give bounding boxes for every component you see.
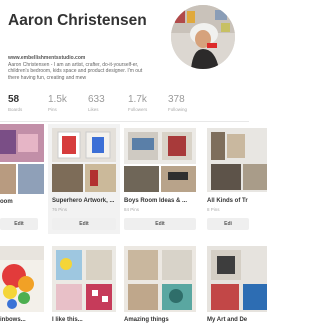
edit-board-button[interactable]: Edit xyxy=(0,218,38,230)
board-card[interactable]: My Art and De xyxy=(207,246,267,334)
board-card[interactable]: inbows... xyxy=(0,246,44,334)
board-title: oom xyxy=(0,199,13,205)
stat-followers-count: 1.7k xyxy=(128,94,147,105)
board-pin-count: 76 Pins xyxy=(52,207,68,212)
stat-boards-label: Boards xyxy=(8,107,23,112)
board-card[interactable]: Boys Room Ideas & ... 84 Pins Edit xyxy=(124,124,196,234)
board-pin-count: 84 Pins xyxy=(124,207,140,212)
board-title: Amazing things xyxy=(124,317,169,323)
stat-pins[interactable]: 1.5k Pins xyxy=(48,94,67,112)
stat-likes-count: 633 xyxy=(88,94,105,105)
board-cover xyxy=(0,246,44,312)
board-title: Superhero Artwork, ... xyxy=(52,198,115,204)
stat-followers-label: Followers xyxy=(128,107,148,112)
board-title: All Kinds of Tr xyxy=(207,198,248,204)
stat-boards-count: 58 xyxy=(8,94,20,105)
stat-likes[interactable]: 633 Likes xyxy=(88,94,105,112)
board-card[interactable]: oom Edit xyxy=(0,124,44,234)
edit-board-button[interactable]: Edit xyxy=(52,218,116,230)
board-card[interactable]: Amazing things xyxy=(124,246,196,334)
profile-bio: Aaron Christensen - I am an artist, craf… xyxy=(8,62,143,81)
stat-pins-label: Pins xyxy=(48,107,57,112)
stat-pins-count: 1.5k xyxy=(48,94,67,105)
board-cover xyxy=(0,124,44,194)
board-cover xyxy=(207,246,267,312)
board-card[interactable]: I like this... xyxy=(48,246,120,334)
stat-likes-label: Likes xyxy=(88,107,99,112)
stat-followers[interactable]: 1.7k Followers xyxy=(128,94,147,112)
board-title: Boys Room Ideas & ... xyxy=(124,198,188,204)
board-cover xyxy=(207,128,267,192)
profile-avatar[interactable] xyxy=(171,5,235,69)
board-card[interactable]: Superhero Artwork, ... 76 Pins Edit xyxy=(48,124,120,234)
board-cover xyxy=(124,128,196,192)
board-title: My Art and De xyxy=(207,317,248,323)
board-pin-count: 8 Pins xyxy=(207,207,220,212)
profile-stats: 58 Boards 1.5k Pins 633 Likes 1.7k Follo… xyxy=(0,94,249,120)
stats-divider xyxy=(0,121,249,122)
edit-board-button[interactable]: Edi xyxy=(207,218,249,230)
board-cover xyxy=(52,128,116,192)
stat-following[interactable]: 378 Following xyxy=(168,94,187,112)
edit-board-button[interactable]: Edit xyxy=(124,218,196,230)
profile-name: Aaron Christensen xyxy=(8,12,147,29)
profile-website-link[interactable]: www.embellishmentsstudio.com xyxy=(8,55,85,61)
avatar-photo xyxy=(171,5,235,69)
board-cover xyxy=(124,246,196,312)
stat-following-label: Following xyxy=(168,107,188,112)
board-card[interactable]: All Kinds of Tr 8 Pins Edi xyxy=(207,124,267,234)
board-title: I like this... xyxy=(52,317,83,323)
board-cover xyxy=(52,246,116,312)
stat-boards[interactable]: 58 Boards xyxy=(8,94,22,112)
stat-following-count: 378 xyxy=(168,94,185,105)
board-title: inbows... xyxy=(0,317,26,323)
